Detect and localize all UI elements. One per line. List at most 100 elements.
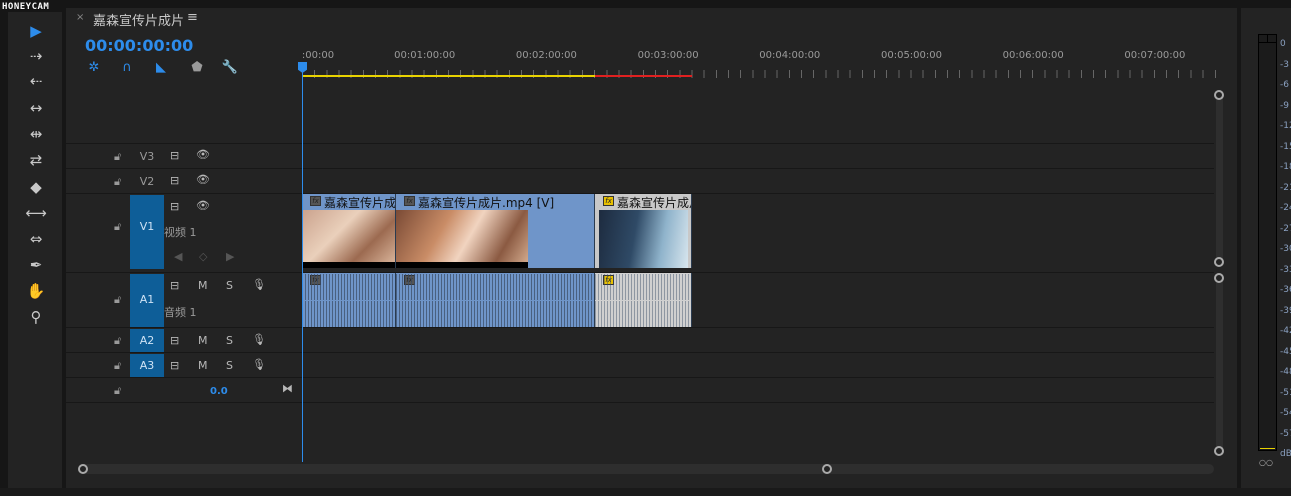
horizontal-zoom-scrollbar[interactable] <box>80 464 1214 474</box>
clip-thumbnail <box>396 210 528 268</box>
nest-toggle-icon[interactable]: ✲ <box>85 60 103 75</box>
linked-selection-icon[interactable]: ◣ <box>152 60 170 75</box>
playhead-line[interactable] <box>302 62 303 462</box>
meter-scale-label: -42 <box>1280 326 1291 336</box>
scroll-handle[interactable] <box>1214 90 1224 100</box>
sequence-tab[interactable]: 嘉森宣传片成片 <box>93 10 184 29</box>
audio-clip[interactable]: fx <box>396 273 595 327</box>
track-target-v3[interactable]: V3 <box>130 150 164 163</box>
track-select-forward-tool[interactable]: ⇢ <box>16 45 56 67</box>
video-clip[interactable]: fx 嘉森宣传片成片.mp4 [V] <box>595 194 692 268</box>
meter-scale-label: -9 <box>1280 100 1289 111</box>
master-volume[interactable]: 0.0 <box>210 386 228 397</box>
meter-scale-label: -24 <box>1280 203 1291 213</box>
meter-scale-label: -36 <box>1280 285 1291 295</box>
meter-scale-label: 0 <box>1280 39 1286 49</box>
sync-lock-icon[interactable]: ⊟ <box>170 359 179 372</box>
rate-stretch-tool[interactable]: ⇄ <box>16 149 56 171</box>
video-clip[interactable]: fx 嘉森宣传片成片.mp4 [V] <box>302 194 396 268</box>
sync-lock-icon[interactable]: ⊟ <box>170 334 179 347</box>
meter-scale-label: -45 <box>1280 346 1291 357</box>
timeline-settings-icon[interactable]: 🔧 <box>221 60 239 75</box>
track-target-a2[interactable]: A2 <box>130 329 164 353</box>
lock-icon[interactable]: 🔓︎ <box>114 175 121 189</box>
audio-clip[interactable]: fx <box>595 273 692 327</box>
meter-scale-label: -48 <box>1280 367 1291 377</box>
microphone-icon[interactable]: 🎙︎ <box>252 333 266 346</box>
sync-lock-icon[interactable]: ⊟ <box>170 149 179 162</box>
eye-icon[interactable]: 👁︎ <box>196 173 210 186</box>
waveform <box>302 274 395 300</box>
rolling-edit-tool[interactable]: ⇹ <box>16 123 56 145</box>
track-select-backward-tool[interactable]: ⇠ <box>16 70 56 92</box>
solo-button[interactable]: S <box>226 334 233 347</box>
waveform <box>302 301 395 327</box>
scroll-handle[interactable] <box>1214 257 1224 267</box>
scroll-handle-left[interactable] <box>78 464 88 474</box>
lock-icon[interactable]: 🔓︎ <box>114 220 121 234</box>
zoom-tool[interactable]: ⚲ <box>16 306 56 328</box>
selection-tool[interactable]: ▶ <box>16 20 56 42</box>
waveform <box>595 274 691 300</box>
pen-tool[interactable]: ✒ <box>16 254 56 276</box>
sync-lock-icon[interactable]: ⊟ <box>170 174 179 187</box>
eye-icon[interactable]: 👁︎ <box>196 148 210 161</box>
scroll-handle[interactable] <box>1214 273 1224 283</box>
lock-icon[interactable]: 🔓︎ <box>114 150 121 164</box>
meter-scale-label: -33 <box>1280 264 1291 275</box>
add-keyframe-icon[interactable]: ◇ <box>199 250 207 263</box>
ripple-edit-tool[interactable]: ↔ <box>16 97 56 119</box>
mute-button[interactable]: M <box>198 279 208 292</box>
lock-icon[interactable]: 🔓︎ <box>114 384 121 398</box>
track-target-v1[interactable]: V1 <box>130 195 164 269</box>
track-a3: 🔓︎ A3 ⊟ M S 🎙︎ <box>66 352 1214 378</box>
meter-scale-label: -6 <box>1280 80 1289 90</box>
track-target-a3[interactable]: A3 <box>130 354 164 378</box>
hand-tool[interactable]: ✋ <box>16 280 56 302</box>
mute-button[interactable]: M <box>198 359 208 372</box>
panel-menu-icon[interactable]: ≡ <box>187 10 198 25</box>
sync-lock-icon[interactable]: ⊟ <box>170 279 179 292</box>
microphone-icon[interactable]: 🎙︎ <box>252 358 266 371</box>
track-target-a1[interactable]: A1 <box>130 274 164 328</box>
meter-scale-label: -39 <box>1280 305 1291 316</box>
audio-clip[interactable]: fx <box>302 273 396 327</box>
solo-button[interactable]: S <box>226 359 233 372</box>
waveform <box>396 274 594 300</box>
add-marker-icon[interactable]: ⬟ <box>188 60 206 75</box>
mute-button[interactable]: M <box>198 334 208 347</box>
snap-icon[interactable]: ∩ <box>118 60 136 75</box>
clip-indicators[interactable] <box>1259 35 1276 43</box>
lock-icon[interactable]: 🔓︎ <box>114 359 121 373</box>
audio-meter <box>1258 34 1277 451</box>
video-clip[interactable]: fx 嘉森宣传片成片.mp4 [V] <box>396 194 595 268</box>
track-target-v2[interactable]: V2 <box>130 175 164 188</box>
next-keyframe-icon[interactable]: ▶ <box>226 250 234 263</box>
meter-scale-label: -51 <box>1280 387 1291 398</box>
clip-thumbnail <box>599 210 688 268</box>
razor-tool[interactable]: ◆ <box>16 176 56 198</box>
slide-tool[interactable]: ⇔ <box>16 228 56 250</box>
sync-lock-icon[interactable]: ⊟ <box>170 200 179 213</box>
prev-keyframe-icon[interactable]: ◀ <box>174 250 182 263</box>
video-vertical-scrollbar[interactable] <box>1216 92 1223 266</box>
track-label: 视频 1 <box>164 226 197 239</box>
render-bar-yellow <box>302 75 595 77</box>
clip-thumbnail <box>302 210 395 268</box>
scroll-handle[interactable] <box>1214 446 1224 456</box>
playhead-timecode[interactable]: 00:00:00:00 <box>85 36 193 55</box>
scroll-handle-right[interactable] <box>822 464 832 474</box>
track-master: 🔓︎ 0.0 ⧓ <box>66 377 1214 403</box>
audio-vertical-scrollbar[interactable] <box>1216 275 1223 455</box>
status-bar <box>0 488 1291 496</box>
close-tab-button[interactable]: × <box>76 12 84 23</box>
solo-channel-buttons[interactable]: ○○ <box>1259 458 1273 467</box>
solo-button[interactable]: S <box>226 279 233 292</box>
lock-icon[interactable]: 🔓︎ <box>114 293 121 307</box>
slip-tool[interactable]: ⟷ <box>16 202 56 224</box>
lock-icon[interactable]: 🔓︎ <box>114 334 121 348</box>
ruler-label: 00:01:00:00 <box>394 50 456 61</box>
eye-icon[interactable]: 👁︎ <box>196 199 210 212</box>
meter-scale-label: -18 <box>1280 162 1291 172</box>
microphone-icon[interactable]: 🎙︎ <box>252 278 266 291</box>
